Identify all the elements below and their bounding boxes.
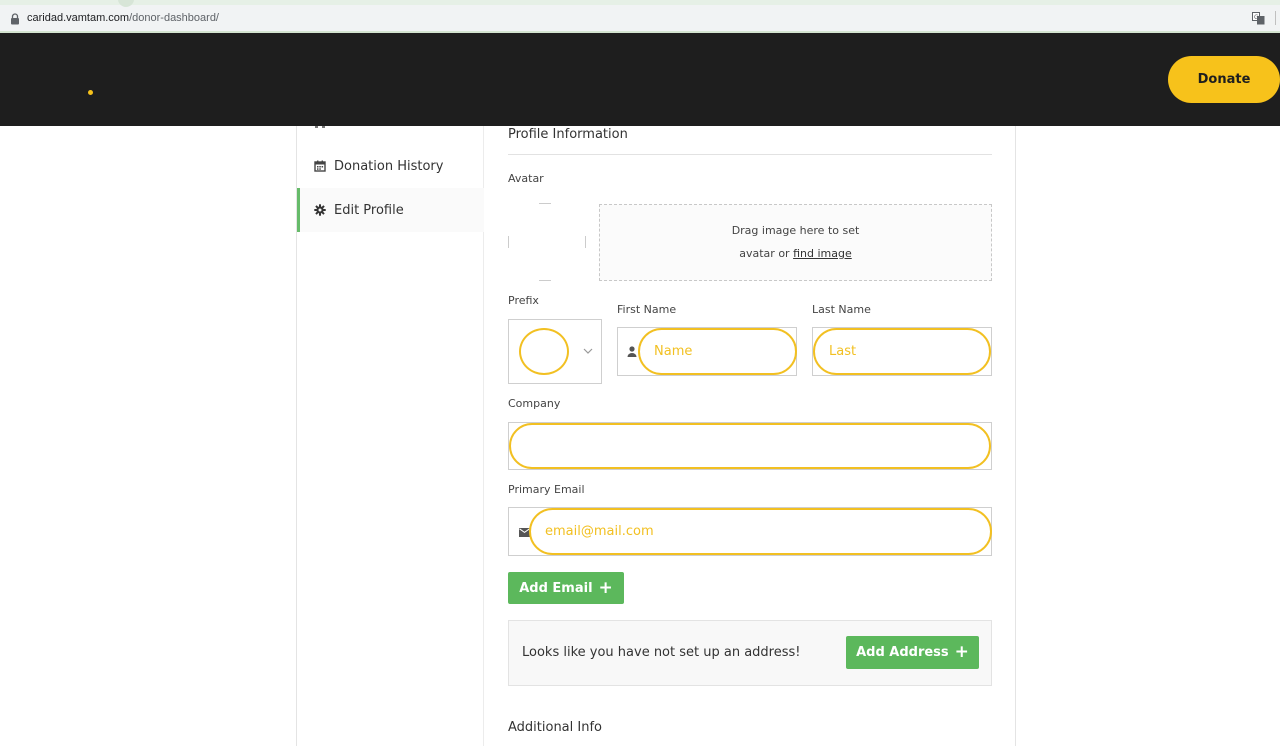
prefix-select[interactable] (508, 319, 602, 384)
site-header: Donate (0, 33, 1280, 126)
company-input[interactable] (509, 423, 991, 469)
dashboard-panel: Donation History Edit Profile Profile In… (296, 125, 1016, 746)
plus-icon: + (598, 577, 613, 598)
dashboard-sidebar: Donation History Edit Profile (297, 125, 484, 746)
add-email-label: Add Email (519, 580, 593, 596)
url-text[interactable]: caridad.vamtam.com/donor-dashboard/ (27, 12, 219, 24)
last-name-input[interactable]: Last (813, 328, 991, 375)
sidebar-item-donation-history[interactable]: Donation History (297, 144, 484, 188)
donate-button[interactable]: Donate (1168, 56, 1280, 103)
address-notice: Looks like you have not set up an addres… (508, 620, 992, 686)
email-label: Primary Email (508, 483, 585, 496)
prefix-label: Prefix (508, 294, 539, 307)
svg-text:G: G (1254, 14, 1259, 21)
url-path: /donor-dashboard/ (129, 12, 219, 24)
dropzone-text: Drag image here to set (731, 224, 860, 237)
avatar-dropzone[interactable]: Drag image here to set avatar or find im… (599, 204, 992, 281)
logo-dot[interactable] (88, 90, 93, 95)
calendar-icon (314, 160, 326, 172)
translate-icon[interactable]: G (1252, 12, 1265, 25)
plus-icon: + (954, 642, 969, 662)
section-title-profile: Profile Information (508, 127, 628, 142)
sidebar-item-edit-profile[interactable]: Edit Profile (297, 188, 484, 232)
company-label: Company (508, 397, 561, 410)
gear-icon (314, 204, 326, 216)
chevron-down-icon (583, 348, 593, 354)
last-name-label: Last Name (812, 303, 871, 316)
sidebar-item-label: Donation History (334, 158, 444, 174)
sidebar-item-label: Edit Profile (334, 202, 404, 218)
add-address-label: Add Address (856, 645, 949, 660)
section-divider (508, 154, 992, 155)
dropzone-subtext: avatar or find image (600, 242, 991, 265)
avatar-label: Avatar (508, 172, 544, 185)
dropzone-prefix: avatar or (739, 247, 790, 260)
url-host: caridad.vamtam.com (27, 12, 130, 24)
first-name-input[interactable]: Name (638, 328, 797, 375)
find-image-link[interactable]: find image (793, 247, 852, 260)
lock-icon (11, 13, 19, 25)
prefix-select-value (519, 328, 569, 375)
add-address-button[interactable]: Add Address + (846, 636, 979, 669)
add-email-button[interactable]: Add Email + (508, 572, 624, 604)
user-icon (627, 346, 637, 357)
email-input[interactable]: email@mail.com (529, 508, 992, 555)
toolbar-separator (1275, 11, 1280, 25)
browser-address-bar: caridad.vamtam.com/donor-dashboard/ G (0, 0, 1280, 33)
browser-tab-edge (118, 0, 134, 7)
first-name-label: First Name (617, 303, 677, 316)
avatar-preview (508, 203, 586, 281)
address-message: Looks like you have not set up an addres… (522, 645, 801, 660)
